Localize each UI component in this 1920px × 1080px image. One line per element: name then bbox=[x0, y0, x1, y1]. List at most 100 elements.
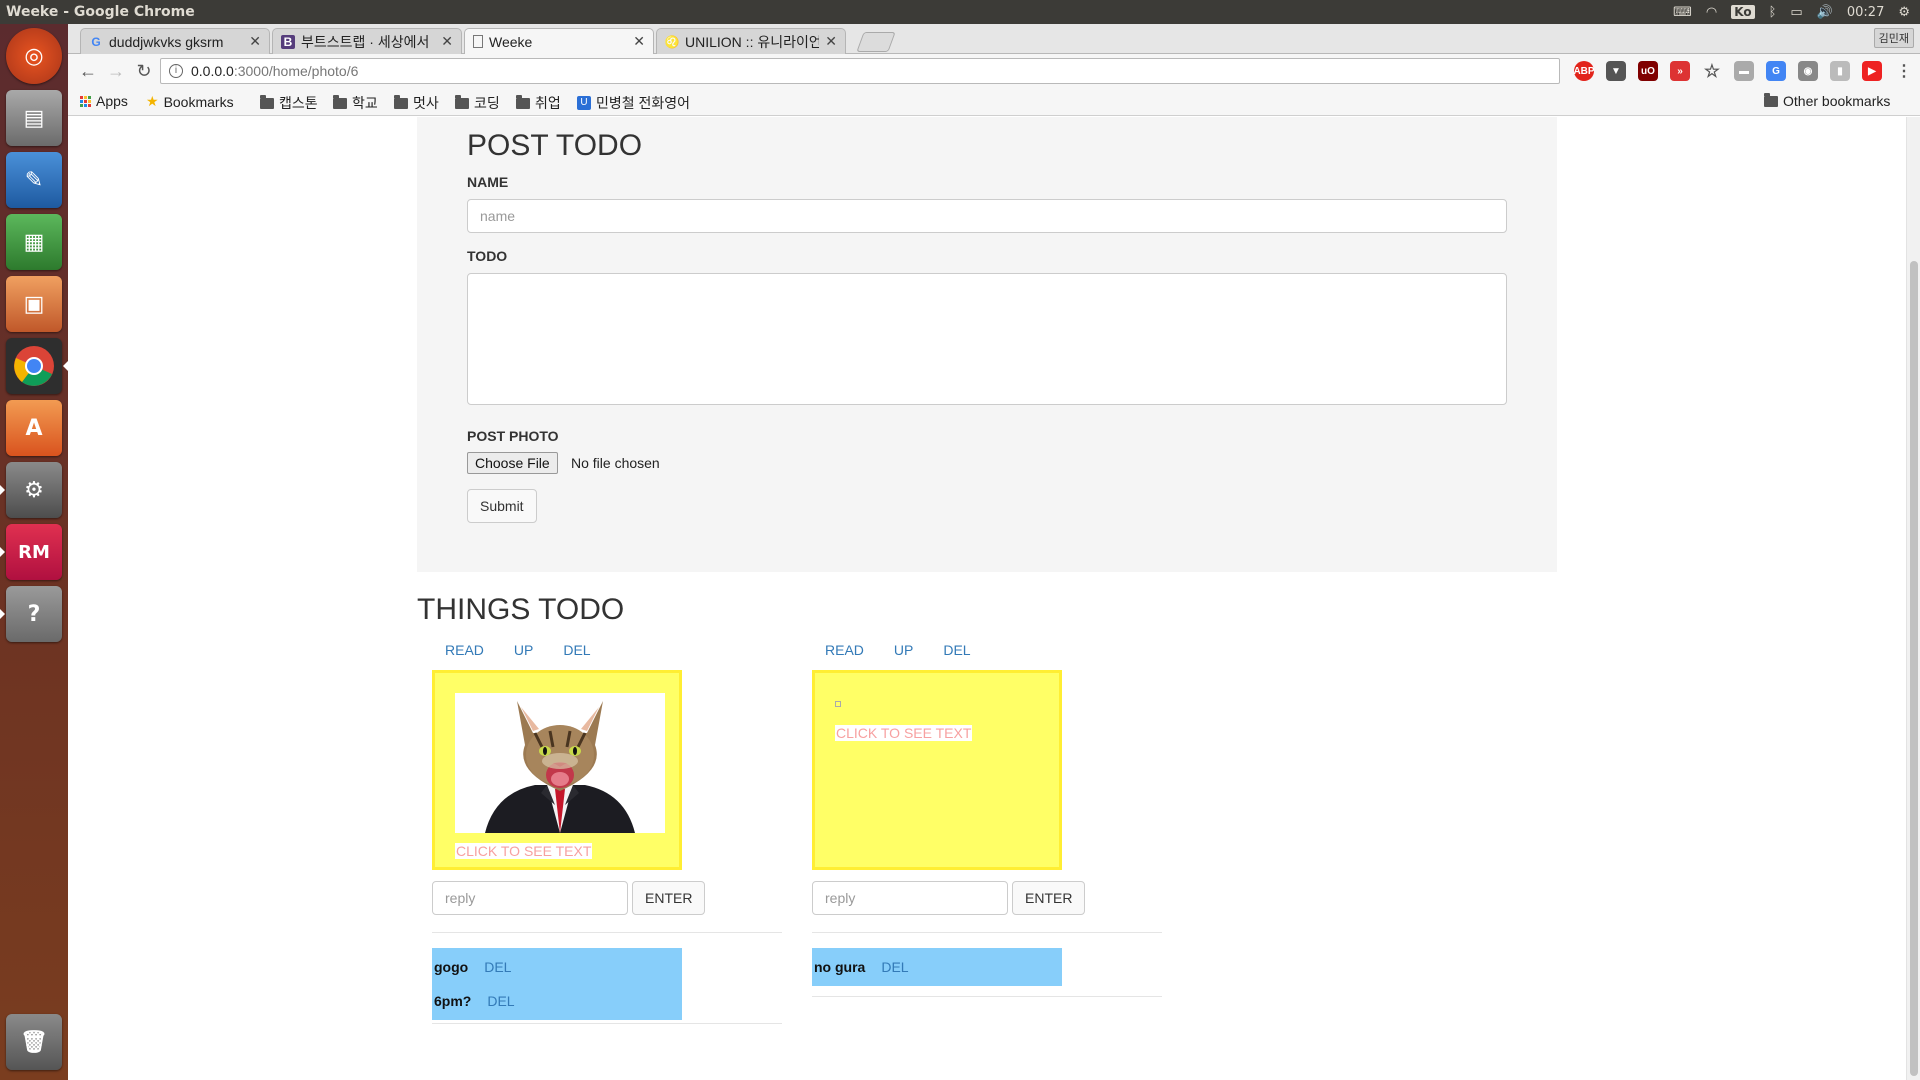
youtube-icon[interactable]: ▶ bbox=[1862, 61, 1882, 81]
tab-title: Weeke bbox=[489, 33, 533, 50]
address-bar[interactable]: i 0.0.0.0:3000/home/photo/6 bbox=[160, 58, 1560, 84]
page-viewport: POST TODO NAME TODO POST PHOTO Choose Fi… bbox=[68, 117, 1920, 1080]
name-input[interactable] bbox=[467, 199, 1507, 233]
bluetooth-icon[interactable]: ᛒ bbox=[1769, 5, 1777, 20]
reply-enter-button[interactable]: ENTER bbox=[632, 881, 706, 915]
folder-icon bbox=[516, 94, 530, 109]
keyboard-layout-icon[interactable]: ⌨ bbox=[1673, 5, 1692, 20]
screenshot-camera-icon[interactable]: ◉ bbox=[1798, 61, 1818, 81]
del-link[interactable]: DEL bbox=[943, 642, 970, 658]
up-link[interactable]: UP bbox=[894, 642, 913, 658]
folder-icon bbox=[260, 94, 274, 109]
libreoffice-writer-icon[interactable]: ✎ bbox=[6, 152, 62, 208]
broken-image-icon bbox=[835, 701, 841, 707]
click-to-see-text[interactable]: CLICK TO SEE TEXT bbox=[835, 725, 973, 741]
reply-input[interactable] bbox=[812, 881, 1008, 915]
software-center-icon[interactable]: A bbox=[6, 400, 62, 456]
volume-icon[interactable]: 🔊 bbox=[1817, 5, 1833, 20]
clock[interactable]: 00:27 bbox=[1847, 5, 1884, 20]
divider bbox=[432, 932, 782, 933]
reply-del-link[interactable]: DEL bbox=[484, 959, 511, 975]
bookmark-folder-school[interactable]: 학교 bbox=[333, 93, 378, 113]
libreoffice-impress-icon[interactable]: ▣ bbox=[6, 276, 62, 332]
rubymine-icon[interactable]: RM bbox=[6, 524, 62, 580]
up-link[interactable]: UP bbox=[514, 642, 533, 658]
libreoffice-calc-icon[interactable]: ▦ bbox=[6, 214, 62, 270]
close-tab-icon[interactable]: ✕ bbox=[249, 33, 261, 50]
reply-del-link[interactable]: DEL bbox=[487, 993, 514, 1009]
close-tab-icon[interactable]: ✕ bbox=[633, 33, 645, 50]
submit-button[interactable]: Submit bbox=[467, 489, 537, 523]
reply-item: gogo DEL bbox=[432, 950, 682, 984]
unity-launcher: ◎ ▤ ✎ ▦ ▣ A ⚙ RM ? 🗑 bbox=[0, 24, 68, 1080]
read-link[interactable]: READ bbox=[445, 642, 484, 658]
apps-grid-icon bbox=[80, 95, 91, 107]
sidebar-extension-icon[interactable]: ▮ bbox=[1830, 61, 1850, 81]
chrome-menu-icon[interactable]: ⋮ bbox=[1894, 61, 1914, 81]
settings-gear-icon[interactable]: ⚙ bbox=[1898, 5, 1910, 20]
tab-weeke[interactable]: Weeke ✕ bbox=[464, 28, 654, 54]
forward-extension-icon[interactable]: » bbox=[1670, 61, 1690, 81]
tab-unilion[interactable]: ♌ UNILION :: 유니라이언 ✕ bbox=[656, 28, 846, 54]
sticky-note[interactable]: CLICK TO SEE TEXT bbox=[812, 670, 1062, 870]
bookmark-star-icon[interactable]: ☆ bbox=[1702, 61, 1722, 81]
bookmark-bookmarks[interactable]: ★ Bookmarks bbox=[146, 93, 234, 110]
extension-box-icon[interactable]: ▬ bbox=[1734, 61, 1754, 81]
help-icon[interactable]: ? bbox=[6, 586, 62, 642]
files-icon[interactable]: ▤ bbox=[6, 90, 62, 146]
new-tab-button[interactable] bbox=[856, 32, 896, 52]
page-scrollbar[interactable] bbox=[1906, 117, 1920, 1080]
url-path: :3000/home/photo/6 bbox=[233, 63, 359, 79]
close-tab-icon[interactable]: ✕ bbox=[825, 33, 837, 50]
folder-icon bbox=[333, 94, 347, 109]
tab-google-search[interactable]: G duddjwkvks gksrm ✕ bbox=[80, 28, 270, 54]
sticky-note[interactable]: CLICK TO SEE TEXT bbox=[432, 670, 682, 870]
ubuntu-dash-icon[interactable]: ◎ bbox=[6, 28, 62, 84]
tab-title: 부트스트랩 · 세상에서 bbox=[301, 33, 430, 50]
forward-arrow-icon[interactable]: → bbox=[102, 61, 130, 82]
tab-bootstrap[interactable]: B 부트스트랩 · 세상에서 ✕ bbox=[272, 28, 462, 54]
reply-list: no gura DEL bbox=[812, 948, 1062, 986]
bookmark-folder-capstone[interactable]: 캡스톤 bbox=[260, 93, 318, 113]
reply-item: no gura DEL bbox=[812, 950, 1062, 984]
reply-input[interactable] bbox=[432, 881, 628, 915]
scrollbar-thumb[interactable] bbox=[1910, 261, 1918, 1076]
battery-icon[interactable]: ▭ bbox=[1790, 5, 1802, 20]
reply-enter-button[interactable]: ENTER bbox=[1012, 881, 1086, 915]
site-info-icon[interactable]: i bbox=[169, 64, 183, 78]
del-link[interactable]: DEL bbox=[563, 642, 590, 658]
read-link[interactable]: READ bbox=[825, 642, 864, 658]
lion-icon: ♌ bbox=[664, 34, 680, 49]
folder-icon bbox=[1764, 92, 1778, 107]
card-actions: READ UP DEL bbox=[825, 642, 971, 658]
trash-icon[interactable]: 🗑 bbox=[6, 1014, 62, 1070]
bookmark-apps[interactable]: Apps bbox=[80, 93, 128, 109]
profile-button[interactable]: 김민재 bbox=[1873, 28, 1914, 48]
reply-item: 6pm? DEL bbox=[432, 984, 682, 1018]
translate-icon[interactable]: G bbox=[1766, 61, 1786, 81]
input-method-indicator[interactable]: Ko bbox=[1731, 5, 1755, 19]
bookmarks-bar: Apps ★ Bookmarks 캡스톤 학교 멋사 코딩 취업 U 민병철 전… bbox=[68, 88, 1920, 116]
bookmark-label: 학교 bbox=[352, 95, 378, 111]
back-arrow-icon[interactable]: ← bbox=[74, 61, 102, 82]
bookmark-folder-jobs[interactable]: 취업 bbox=[516, 93, 561, 113]
bookmark-folder-coding[interactable]: 코딩 bbox=[455, 93, 500, 113]
pocket-icon[interactable]: ▼ bbox=[1606, 61, 1626, 81]
bookmark-phone-english[interactable]: U 민병철 전화영어 bbox=[577, 93, 690, 113]
chrome-icon[interactable] bbox=[6, 338, 62, 394]
system-settings-icon[interactable]: ⚙ bbox=[6, 462, 62, 518]
ublock-icon[interactable]: uO bbox=[1638, 61, 1658, 81]
bookmark-folder-likelion[interactable]: 멋사 bbox=[394, 93, 439, 113]
google-icon: G bbox=[91, 34, 101, 49]
close-tab-icon[interactable]: ✕ bbox=[441, 33, 453, 50]
choose-file-button[interactable]: Choose File bbox=[467, 452, 558, 474]
reply-del-link[interactable]: DEL bbox=[881, 959, 908, 975]
click-to-see-text[interactable]: CLICK TO SEE TEXT bbox=[455, 843, 593, 859]
wifi-icon[interactable]: ◠ bbox=[1706, 5, 1717, 20]
adblock-plus-icon[interactable]: ABP bbox=[1573, 61, 1595, 81]
todo-photo[interactable] bbox=[455, 693, 665, 833]
reply-text: no gura bbox=[814, 959, 866, 975]
todo-textarea[interactable] bbox=[467, 273, 1507, 405]
bookmark-other[interactable]: Other bookmarks bbox=[1764, 92, 1890, 109]
reload-icon[interactable]: ↻ bbox=[130, 61, 158, 82]
